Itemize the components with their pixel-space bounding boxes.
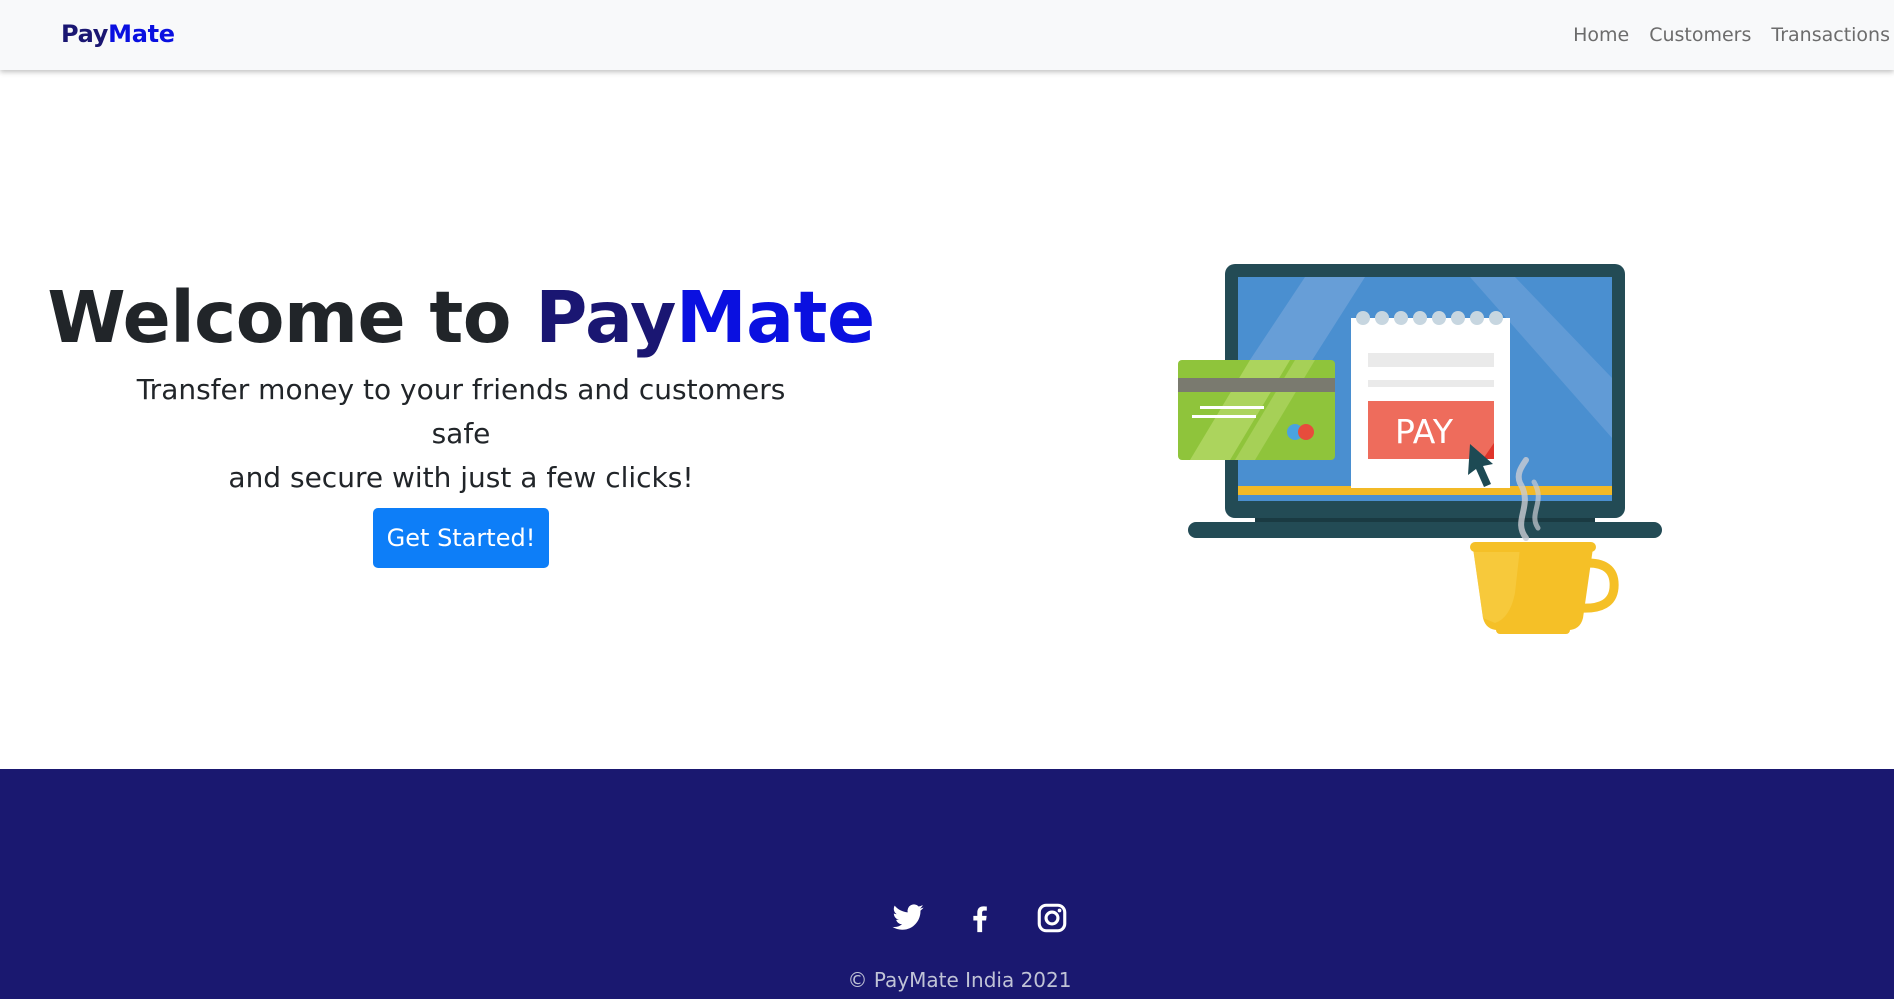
nav-links: Home Customers Transactions bbox=[1573, 24, 1890, 46]
hero-subtitle: Transfer money to your friends and custo… bbox=[110, 368, 812, 500]
twitter-icon bbox=[892, 904, 924, 930]
hero-title-pay: Pay bbox=[535, 276, 676, 359]
get-started-button[interactable]: Get Started! bbox=[373, 508, 549, 568]
steam-2 bbox=[1531, 479, 1541, 531]
pay-label: PAY bbox=[1395, 412, 1454, 451]
card-stripe bbox=[1178, 378, 1335, 392]
card-chip-red bbox=[1298, 424, 1314, 440]
receipt-line-2 bbox=[1368, 380, 1494, 387]
instagram-icon bbox=[1037, 903, 1067, 933]
cup-base bbox=[1496, 626, 1570, 634]
laptop-base bbox=[1188, 522, 1662, 538]
nav-link-home[interactable]: Home bbox=[1573, 24, 1629, 46]
hero-title-mate: Mate bbox=[675, 276, 875, 359]
top-navbar: PayMate Home Customers Transactions bbox=[0, 0, 1894, 70]
footer: © PayMate India 2021 bbox=[0, 769, 1894, 999]
brand-logo-mate: Mate bbox=[108, 20, 175, 48]
card-line-2 bbox=[1192, 415, 1256, 418]
facebook-icon bbox=[973, 906, 987, 933]
hero-title: Welcome to PayMate bbox=[0, 276, 922, 360]
hero-subtitle-line2: and secure with just a few clicks! bbox=[228, 461, 694, 494]
social-links bbox=[0, 901, 1894, 935]
nav-link-customers[interactable]: Customers bbox=[1649, 24, 1751, 46]
hero-subtitle-line1: Transfer money to your friends and custo… bbox=[136, 373, 786, 450]
copyright-text: © PayMate India 2021 bbox=[847, 968, 1072, 992]
cup-rim bbox=[1470, 542, 1596, 552]
brand-logo[interactable]: PayMate bbox=[61, 20, 175, 48]
instagram-link[interactable] bbox=[1035, 901, 1069, 935]
receipt-line-1 bbox=[1368, 353, 1494, 367]
nav-link-transactions[interactable]: Transactions bbox=[1771, 24, 1890, 46]
facebook-link[interactable] bbox=[963, 901, 997, 935]
laptop-payment-illustration: PAY bbox=[1178, 264, 1662, 634]
hero-title-prefix: Welcome to bbox=[47, 276, 536, 359]
twitter-link[interactable] bbox=[891, 901, 925, 935]
brand-logo-pay: Pay bbox=[61, 20, 109, 48]
card-line-1 bbox=[1200, 406, 1264, 409]
